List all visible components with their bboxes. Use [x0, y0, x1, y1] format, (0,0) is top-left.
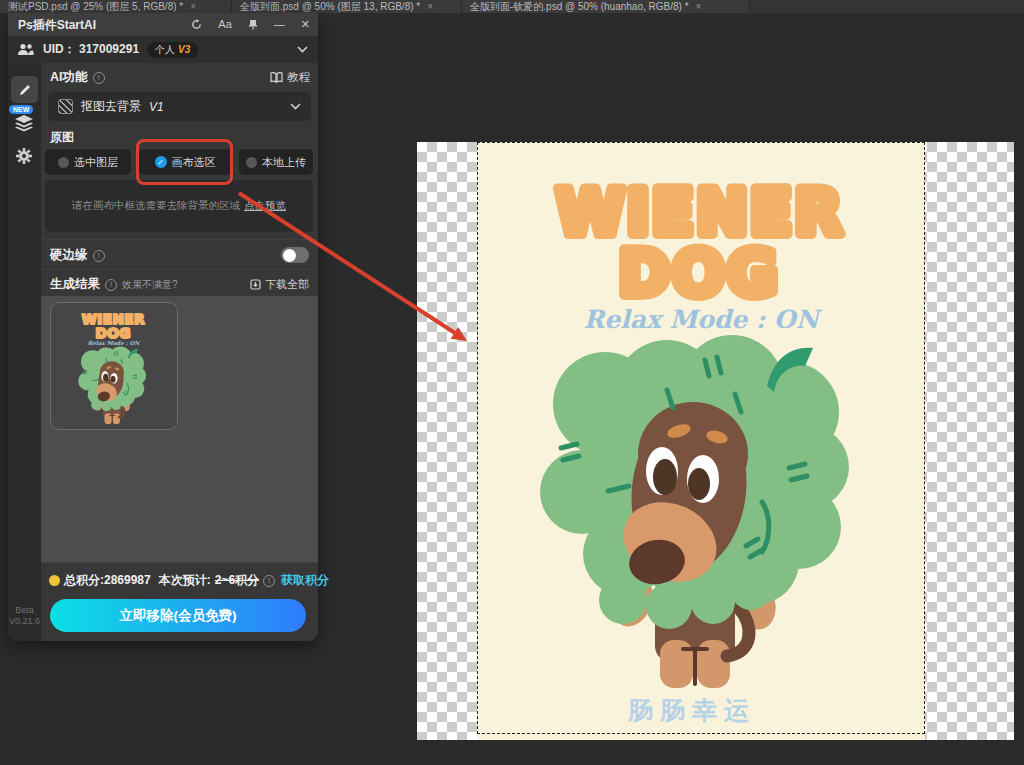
result-thumbnail-art [77, 308, 151, 425]
preview-link[interactable]: 点击预览 [244, 199, 286, 213]
hint-text: 请在画布中框选需要去除背景的区域 [72, 199, 240, 213]
tab-label: 测试PSD.psd @ 25% (图层 5, RGB/8) * [8, 0, 183, 14]
uid-row: UID： 317009291 个人 V3 [8, 36, 318, 63]
refresh-icon[interactable] [191, 19, 202, 30]
matting-feature-icon [58, 99, 73, 114]
book-icon [270, 72, 283, 83]
selection-hint-box: 请在画布中框选需要去除背景的区域 点击预览 [45, 180, 313, 232]
source-option-selected-layer[interactable]: 选中图层 [45, 149, 131, 175]
tab-label: 全版到面-钦爱的.psd @ 50% (huanhao, RGB/8) * [470, 0, 689, 14]
tutorial-button[interactable]: 教程 [270, 70, 310, 85]
canvas-document [417, 142, 1014, 740]
credits-estimate-label: 本次预计: [159, 572, 211, 589]
new-badge: NEW [9, 105, 33, 114]
tab-close-icon[interactable]: × [427, 1, 433, 12]
hard-edge-toggle[interactable] [281, 247, 309, 263]
tab-close-icon[interactable]: × [696, 1, 702, 12]
results-section-label: 生成结果 [50, 276, 100, 293]
settings-gear-icon[interactable] [15, 147, 33, 165]
info-icon[interactable]: ! [105, 279, 117, 291]
chevron-down-icon [290, 103, 301, 110]
font-size-icon[interactable]: Aa [218, 19, 231, 30]
credits-estimate-value: 2~6积分 [215, 572, 259, 589]
chevron-down-icon[interactable] [297, 46, 308, 53]
startai-plugin-panel: Ps插件StartAI Aa — ✕ UID： 317009291 个人 [8, 13, 318, 641]
tab-document-2[interactable]: 全版到面.psd @ 50% (图层 13, RGB/8) * × [232, 0, 462, 13]
tab-document-3[interactable]: 全版到面-钦爱的.psd @ 50% (huanhao, RGB/8) * × [462, 0, 750, 13]
radio-off-icon [246, 157, 257, 168]
info-icon[interactable]: ! [93, 250, 105, 262]
feature-dropdown[interactable]: 抠图去背景 V1 [48, 92, 311, 121]
download-all-button[interactable]: 下载全部 [250, 277, 309, 292]
results-area [41, 296, 318, 562]
account-badge[interactable]: 个人 V3 [147, 42, 198, 58]
annotation-highlight-box [136, 139, 233, 185]
layers-icon[interactable] [14, 114, 34, 132]
info-icon[interactable]: ! [263, 575, 275, 587]
source-section-label: 原图 [50, 129, 74, 146]
document-tabbar: 测试PSD.psd @ 25% (图层 5, RGB/8) * × 全版到面.p… [0, 0, 1024, 13]
plugin-sidebar: NEW Beta V0.21.6 [8, 63, 41, 641]
pin-icon[interactable] [248, 19, 258, 30]
results-note[interactable]: 效果不满意? [122, 278, 178, 292]
user-group-icon [17, 43, 34, 56]
uid-label: UID： 317009291 [43, 41, 139, 58]
result-thumbnail[interactable] [50, 302, 178, 430]
tab-label: 全版到面.psd @ 50% (图层 13, RGB/8) * [240, 0, 420, 14]
coin-icon [49, 575, 60, 586]
info-icon[interactable]: ! [93, 72, 105, 84]
sidebar-item-edit[interactable] [11, 76, 38, 103]
tab-document-1[interactable]: 测试PSD.psd @ 25% (图层 5, RGB/8) * × [0, 0, 232, 13]
selection-marching-ants [477, 142, 925, 734]
pencil-icon [18, 83, 32, 97]
ai-section-label: AI功能 [50, 69, 88, 86]
panel-bottom-bar: 总积分:2869987 本次预计: 2~6积分 ! 获取积分 立即移除(会员免费… [41, 562, 318, 641]
close-icon[interactable]: ✕ [301, 19, 310, 30]
tab-close-icon[interactable]: × [190, 1, 196, 12]
get-credits-link[interactable]: 获取积分 [281, 572, 329, 589]
remove-now-button[interactable]: 立即移除(会员免费) [50, 599, 306, 632]
hard-edge-label: 硬边缘 [50, 247, 88, 264]
beta-version: Beta V0.21.6 [8, 605, 41, 627]
source-option-local-upload[interactable]: 本地上传 [239, 149, 313, 175]
download-icon [250, 279, 261, 290]
credits-total: 总积分:2869987 [64, 572, 151, 589]
plugin-title: Ps插件StartAI [18, 17, 96, 34]
minimize-icon[interactable]: — [274, 19, 285, 30]
radio-off-icon [58, 157, 69, 168]
plugin-titlebar: Ps插件StartAI Aa — ✕ [8, 13, 318, 36]
